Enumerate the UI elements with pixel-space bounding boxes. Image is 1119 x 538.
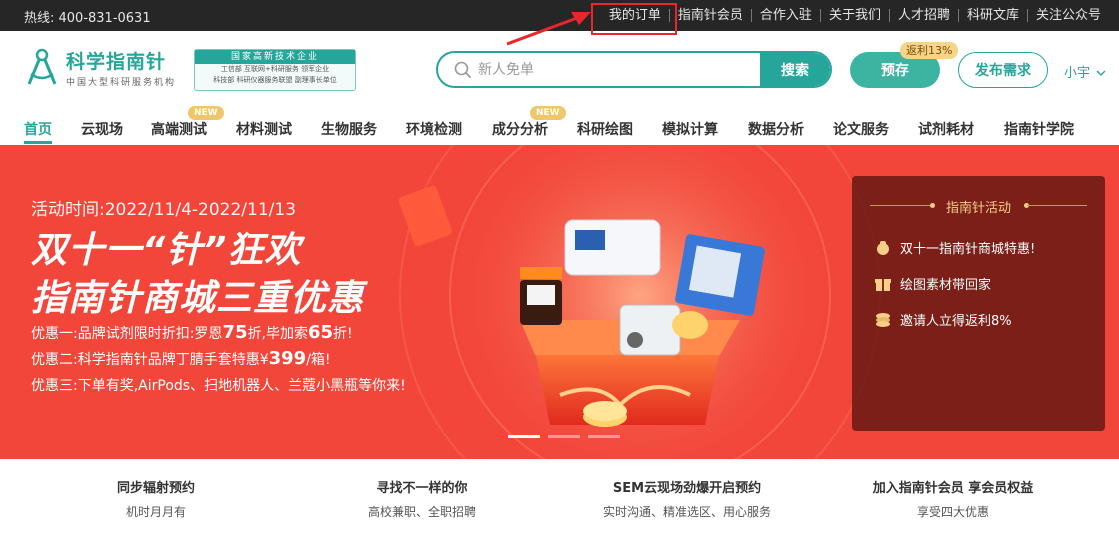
search-bar: 搜索 (436, 51, 832, 88)
logo[interactable]: 科学指南针 中国大型科研服务机构 (24, 47, 176, 88)
promo-banner[interactable]: 活动时间:2022/11/4-2022/11/13 双十一“针”狂欢 指南针商城… (0, 145, 1119, 459)
banner-title-line-1: 双十一“针”狂欢 (31, 230, 302, 271)
top-link-follow-wechat[interactable]: 关注公众号 (1028, 9, 1109, 22)
nav-item-simulation[interactable]: 模拟计算 (662, 119, 718, 139)
promo-card[interactable]: SEM云现场劲爆开启预约 实时沟通、精准选区、用心服务 (562, 477, 812, 520)
logo-subtitle: 中国大型科研服务机构 (66, 78, 177, 88)
user-name: 小宇 (1064, 66, 1091, 81)
rebate-badge: 返利13% (900, 42, 959, 59)
nav-item-advanced-testing[interactable]: 高端测试 (151, 119, 207, 139)
top-link-about-us[interactable]: 关于我们 (821, 9, 890, 22)
pointer-arrow-icon (506, 12, 591, 46)
promo-title: 同步辐射预约 (116, 481, 195, 496)
nav-item-home[interactable]: 首页 (24, 119, 52, 139)
nav-active-underline (24, 141, 52, 144)
nav-item-bio-services[interactable]: 生物服务 (321, 119, 377, 139)
nav-item-academy[interactable]: 指南针学院 (1004, 119, 1074, 139)
cert-heading: 国家高新技术企业 (195, 50, 355, 64)
post-request-button[interactable]: 发布需求 (958, 52, 1048, 88)
chevron-down-icon (1096, 70, 1106, 76)
user-menu[interactable]: 小宇 (1064, 62, 1106, 81)
promo-card[interactable]: 同步辐射预约 机时月月有 (31, 477, 281, 520)
carousel-dot[interactable] (508, 435, 540, 438)
compass-logo-icon (27, 48, 57, 85)
nav-item-env-testing[interactable]: 环境检测 (406, 119, 462, 139)
nav-item-composition-analysis[interactable]: 成分分析 (492, 119, 548, 139)
top-link-careers[interactable]: 人才招聘 (890, 9, 959, 22)
promo-subtitle: 享受四大优惠 (916, 505, 989, 519)
search-input[interactable] (478, 53, 758, 86)
activity-item-double11[interactable]: 双十一指南针商城特惠! (874, 238, 1035, 257)
carousel-dot[interactable] (588, 435, 620, 438)
search-button[interactable]: 搜索 (760, 53, 830, 86)
certification-badge: 国家高新技术企业 工信部 互联网+科研服务 领军企业 科技部 科研仪器服务联盟 … (194, 49, 356, 91)
nav-item-paper-services[interactable]: 论文服务 (833, 119, 889, 139)
banner-offer-1: 优惠一:品牌试剂限时折扣:罗恩75折,毕加索65折! (31, 322, 353, 343)
promo-subtitle: 高校兼职、全职招聘 (367, 505, 476, 519)
promo-card[interactable]: 寻找不一样的你 高校兼职、全职招聘 (297, 477, 547, 520)
top-link-partnership[interactable]: 合作入驻 (752, 9, 821, 22)
banner-title-line-2: 指南针商城三重优惠 (31, 278, 365, 319)
promo-card[interactable]: 加入指南针会员 享会员权益 享受四大优惠 (828, 477, 1078, 520)
gift-icon (875, 278, 891, 291)
top-link-membership[interactable]: 指南针会员 (670, 9, 752, 22)
logo-title: 科学指南针 (66, 51, 167, 73)
top-link-my-orders[interactable]: 我的订单 (601, 9, 670, 22)
activity-item-referral[interactable]: 邀请人立得返利8% (874, 310, 1012, 329)
activity-panel: 指南针活动 双十一指南针商城特惠! 绘图素材带回家 邀请人立得返利8% (852, 176, 1105, 431)
coin-stack-icon (876, 312, 890, 327)
nav-item-reagents[interactable]: 试剂耗材 (918, 119, 974, 139)
activity-item-drawing-assets[interactable]: 绘图素材带回家 (874, 274, 991, 293)
new-badge: NEW (530, 106, 566, 120)
nav-item-material-testing[interactable]: 材料测试 (236, 119, 292, 139)
promo-title: 加入指南针会员 享会员权益 (872, 481, 1034, 496)
banner-offer-2: 优惠二:科学指南针品牌丁腈手套特惠¥399/箱! (31, 348, 331, 369)
promo-row: 同步辐射预约 机时月月有 寻找不一样的你 高校兼职、全职招聘 SEM云现场劲爆开… (0, 459, 1119, 538)
promo-subtitle: 实时沟通、精准选区、用心服务 (602, 505, 771, 519)
new-badge: NEW (188, 106, 224, 120)
nav-item-cloud-site[interactable]: 云现场 (81, 119, 123, 139)
cert-line-2: 科技部 科研仪器服务联盟 副理事长单位 (213, 76, 337, 84)
top-link-library[interactable]: 科研文库 (959, 9, 1028, 22)
nav-item-scientific-drawing[interactable]: 科研绘图 (577, 119, 633, 139)
search-icon (454, 61, 472, 79)
hotline-text: 热线: 400-831-0631 (24, 11, 151, 26)
banner-offer-3: 优惠三:下单有奖,AirPods、扫地机器人、兰蔻小黑瓶等你来! (31, 378, 406, 394)
divider (1027, 205, 1087, 206)
coin-bag-icon (877, 240, 889, 255)
main-nav: 首页 云现场 高端测试 NEW 材料测试 生物服务 环境检测 成分分析 NEW … (0, 106, 1119, 145)
carousel-dot[interactable] (548, 435, 580, 438)
promo-title: 寻找不一样的你 (376, 481, 468, 496)
cert-line-1: 工信部 互联网+科研服务 领军企业 (220, 65, 330, 73)
banner-event-time: 活动时间:2022/11/4-2022/11/13 (31, 200, 297, 220)
carousel-indicators (508, 435, 628, 438)
nav-item-data-analysis[interactable]: 数据分析 (748, 119, 804, 139)
promo-subtitle: 机时月月有 (125, 505, 186, 519)
promo-title: SEM云现场劲爆开启预约 (612, 481, 762, 496)
top-links: 我的订单 指南针会员 合作入驻 关于我们 人才招聘 科研文库 关注公众号 (601, 0, 1109, 31)
activity-panel-title: 指南针活动 (945, 201, 1011, 216)
